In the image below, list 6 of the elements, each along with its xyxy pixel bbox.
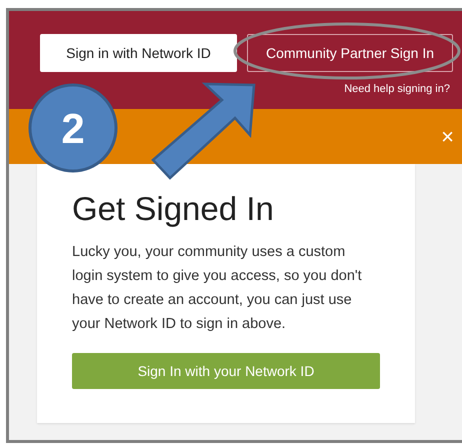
step-number: 2	[61, 105, 85, 152]
card-text: Lucky you, your community uses a custom login system to give you access, so you don't have to create an account, you can just use your Network ID to sign in above.	[72, 243, 363, 334]
partner-sign-in-button[interactable]: Community Partner Sign In	[247, 34, 453, 72]
sign-in-button[interactable]: Sign in with Network ID	[40, 34, 237, 72]
help-link[interactable]: Need help signing in?	[344, 83, 450, 95]
card-title: Get Signed In	[72, 190, 275, 228]
